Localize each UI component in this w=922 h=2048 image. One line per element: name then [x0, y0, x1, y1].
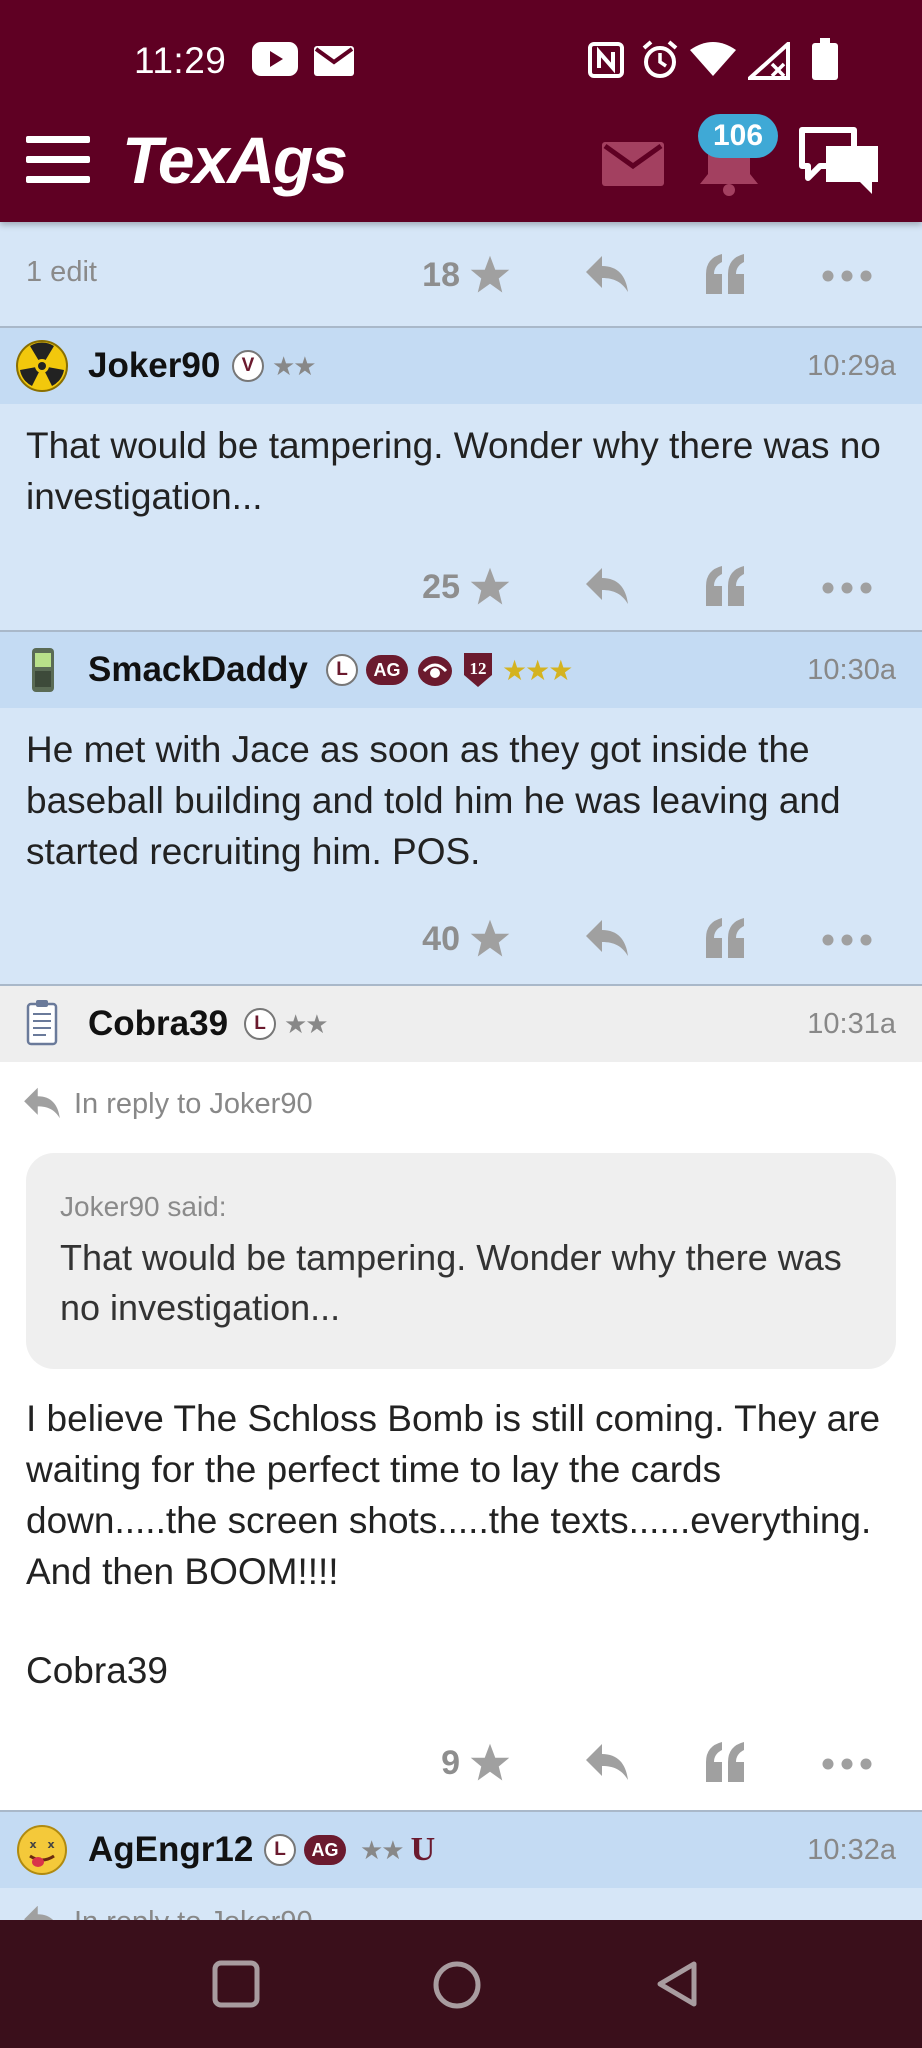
membership-badge: L: [264, 1834, 296, 1866]
svg-text:x: x: [29, 1838, 36, 1851]
ag-badge: AG: [366, 655, 408, 685]
username[interactable]: AgEngr12: [88, 1830, 253, 1870]
membership-badge: L: [244, 1008, 276, 1040]
helmet-badge-icon: [418, 656, 452, 686]
u-badge: U: [410, 1831, 436, 1868]
username[interactable]: Cobra39: [88, 1004, 228, 1044]
status-bar: 11:29: [0, 0, 922, 118]
post-signature: Cobra39: [26, 1650, 168, 1691]
radiation-avatar[interactable]: [16, 340, 68, 392]
reply-to-link[interactable]: In reply to Joker90: [0, 1087, 922, 1121]
rank-stars: ★★★: [502, 654, 573, 686]
messages-icon[interactable]: [602, 142, 664, 186]
reply-to-text: In reply to Joker90: [74, 1906, 313, 1920]
post-actions: 18: [0, 248, 922, 308]
reply-icon[interactable]: [584, 254, 630, 294]
post-actions: 25: [0, 560, 922, 620]
like-count: 18: [422, 256, 460, 294]
reply-to-link[interactable]: In reply to Joker90: [0, 1906, 922, 1920]
notepad-avatar[interactable]: [16, 998, 68, 1050]
star-icon[interactable]: [468, 566, 512, 608]
post-header: Cobra39 L ★★ 10:31a: [0, 986, 922, 1062]
username[interactable]: Joker90: [88, 346, 220, 386]
username[interactable]: SmackDaddy: [88, 650, 308, 690]
more-icon[interactable]: [822, 1758, 872, 1770]
post-actions: 9: [0, 1736, 922, 1796]
thread-content: 1 edit 18 Joker90 V ★★ 10:29a That would…: [0, 222, 922, 1920]
more-icon[interactable]: [822, 270, 872, 282]
star-icon[interactable]: [468, 254, 512, 296]
reply-icon[interactable]: [584, 918, 630, 958]
reply-to-text: In reply to Joker90: [74, 1088, 313, 1120]
menu-button[interactable]: [26, 136, 90, 184]
quote-icon[interactable]: [704, 1742, 746, 1782]
star-icon[interactable]: [468, 918, 512, 960]
user-badges: L ★★: [244, 1004, 329, 1044]
svg-text:12: 12: [470, 659, 487, 678]
recent-apps-icon[interactable]: [212, 1960, 260, 2008]
membership-badge: L: [326, 654, 358, 686]
user-badges: L AG ★★ U: [264, 1830, 435, 1870]
more-icon[interactable]: [822, 582, 872, 594]
like-count: 9: [441, 1744, 460, 1782]
post-header: SmackDaddy L AG 12 ★★★ 10:30a: [0, 632, 922, 708]
forums-chat-icon[interactable]: [798, 126, 882, 196]
site-logo[interactable]: TexAgs: [122, 122, 348, 198]
quote-icon[interactable]: [704, 918, 746, 958]
app-screen: 11:29 TexAgs 106 1 edit 18 Joker90 V ★★ …: [0, 0, 922, 2048]
home-icon[interactable]: [432, 1960, 482, 2010]
star-icon[interactable]: [468, 1742, 512, 1784]
post-header: x x AgEngr12 L AG ★★ U 10:32a: [0, 1812, 922, 1888]
post-time[interactable]: 10:29a: [807, 350, 896, 383]
quote-author[interactable]: Joker90 said:: [60, 1191, 862, 1223]
like-count: 25: [422, 568, 460, 606]
post-time[interactable]: 10:31a: [807, 1008, 896, 1041]
system-nav-bar: [0, 1920, 922, 2048]
status-time: 11:29: [134, 40, 227, 81]
reply-icon[interactable]: [584, 566, 630, 606]
mail-icon: [314, 46, 354, 76]
post-body: He met with Jace as soon as they got ins…: [26, 729, 841, 872]
reply-arrow-icon: [24, 1906, 54, 1920]
post-body: I believe The Schloss Bomb is still comi…: [26, 1398, 881, 1592]
post-time[interactable]: 10:32a: [807, 1834, 896, 1867]
post: Cobra39 L ★★ 10:31a In reply to Joker90 …: [0, 986, 922, 1812]
more-icon[interactable]: [822, 934, 872, 946]
wifi-icon: [690, 42, 736, 76]
post-actions: 40: [0, 912, 922, 972]
back-icon[interactable]: [654, 1960, 700, 2008]
app-header: 11:29 TexAgs 106: [0, 0, 922, 222]
user-badges: V ★★: [232, 346, 317, 386]
quote-text: That would be tampering. Wonder why ther…: [60, 1237, 842, 1328]
rank-stars: ★★: [284, 1008, 329, 1039]
post: x x AgEngr12 L AG ★★ U 10:32a In reply t…: [0, 1812, 922, 1920]
youtube-icon: [252, 42, 298, 76]
reply-icon[interactable]: [584, 1742, 630, 1782]
quote-block: Joker90 said: That would be tampering. W…: [26, 1153, 896, 1369]
like-count: 40: [422, 920, 460, 958]
quote-icon[interactable]: [704, 566, 746, 606]
svg-text:x: x: [47, 1838, 54, 1851]
phone-avatar[interactable]: [16, 644, 68, 696]
quote-icon[interactable]: [704, 254, 746, 294]
membership-badge: V: [232, 350, 264, 382]
nfc-icon: [588, 42, 624, 78]
post: SmackDaddy L AG 12 ★★★ 10:30a He met wit…: [0, 632, 922, 986]
post: 1 edit 18: [0, 222, 922, 328]
post-time[interactable]: 10:30a: [807, 654, 896, 687]
user-badges: L AG 12 ★★★: [326, 650, 573, 690]
ag-badge: AG: [304, 1835, 346, 1865]
post-header: Joker90 V ★★ 10:29a: [0, 328, 922, 404]
rank-stars: ★★: [272, 350, 317, 381]
signal-icon: [748, 42, 790, 80]
twelfth-man-badge-icon: 12: [464, 653, 492, 687]
rank-stars: ★★: [360, 1834, 405, 1865]
battery-icon: [812, 38, 838, 80]
post-body: That would be tampering. Wonder why ther…: [26, 425, 881, 517]
dizzy-emoji-avatar[interactable]: x x: [16, 1824, 68, 1876]
alarm-icon: [642, 40, 678, 78]
reply-arrow-icon: [24, 1087, 60, 1119]
notification-count-badge[interactable]: 106: [698, 114, 778, 158]
post: Joker90 V ★★ 10:29a That would be tamper…: [0, 328, 922, 632]
